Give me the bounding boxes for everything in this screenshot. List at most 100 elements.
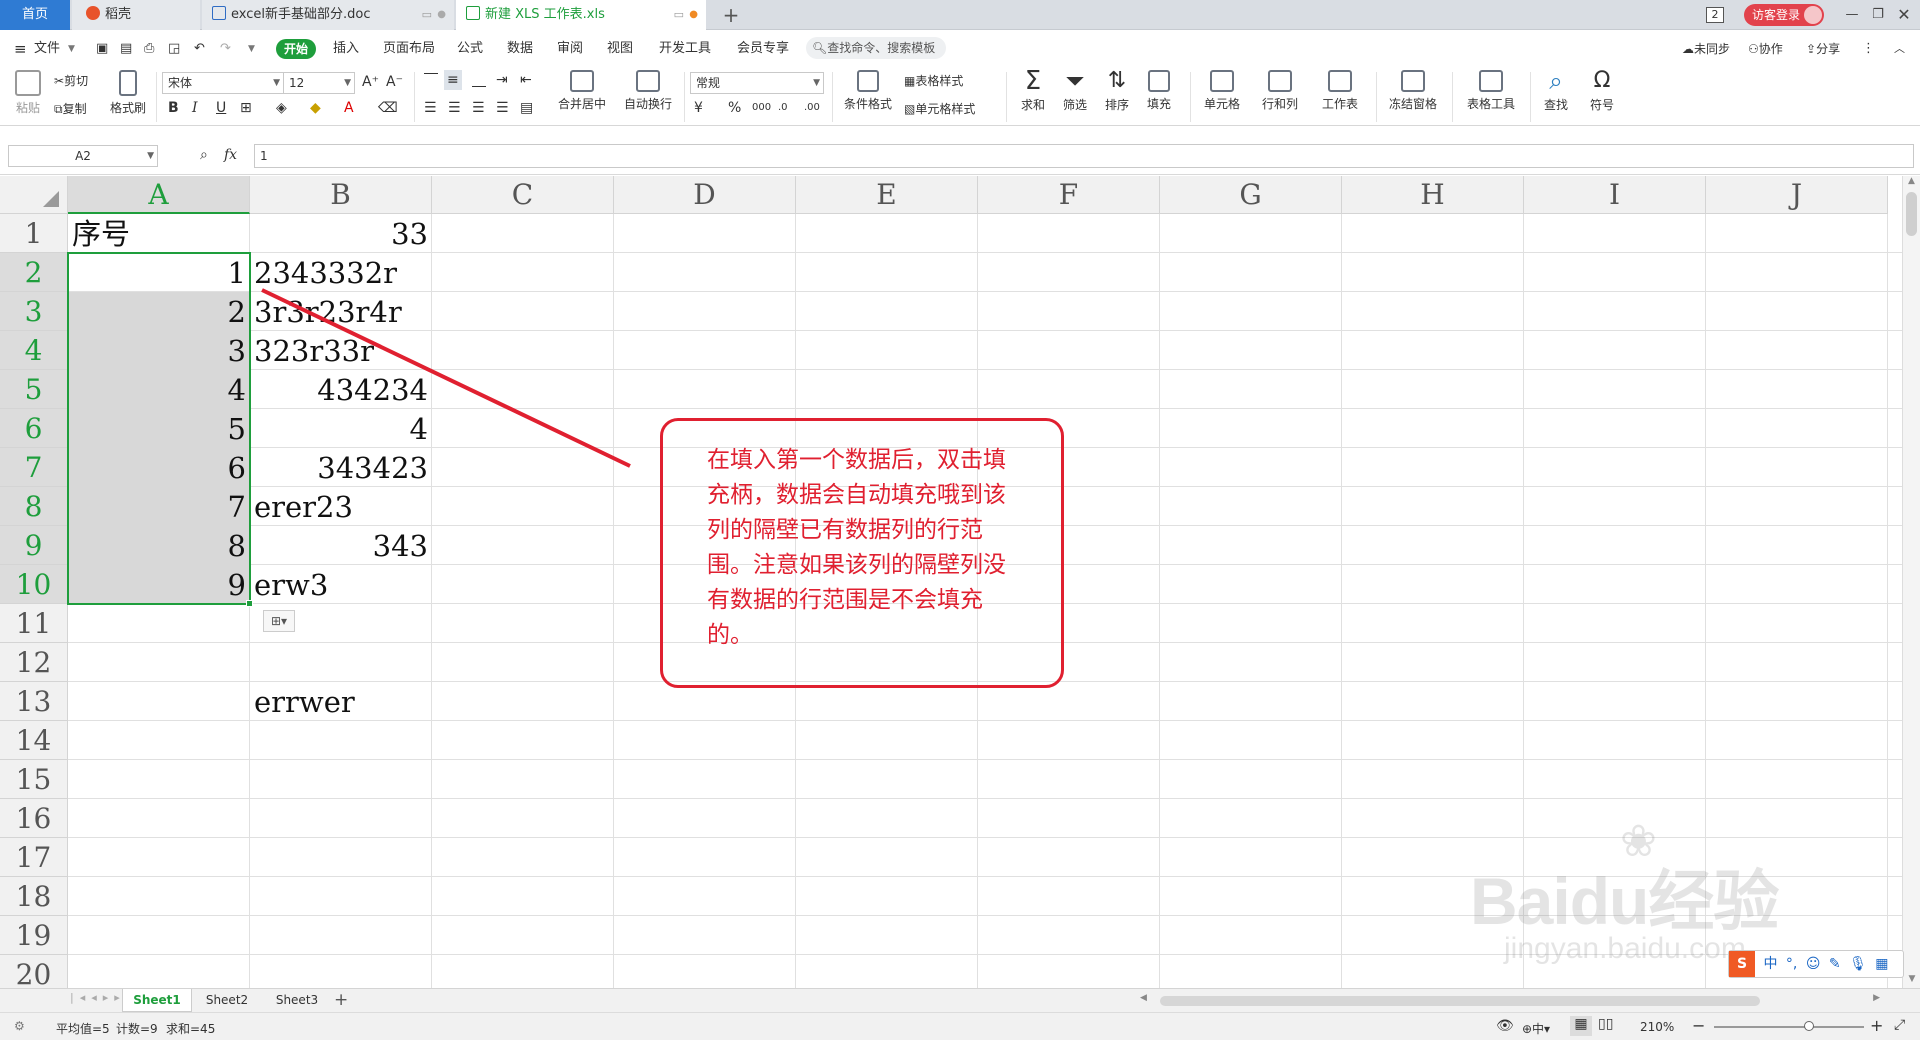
tab-review[interactable]: 审阅 [557, 40, 583, 58]
zoom-slider-thumb[interactable] [1804, 1021, 1814, 1031]
tab-developer[interactable]: 开发工具 [659, 40, 711, 58]
border-icon[interactable]: ⊞ [240, 98, 252, 118]
decrease-decimal-icon[interactable]: .00 [804, 98, 820, 118]
ime-toolbar[interactable]: S 中 °, ☺ ✎ 🎙︎ ▦ [1728, 950, 1904, 978]
tab-dot-icon[interactable]: ● [437, 0, 446, 30]
currency-icon[interactable]: ¥ [694, 98, 703, 118]
scroll-down-icon[interactable]: ▼ [1903, 974, 1920, 984]
h-scroll-thumb[interactable] [1160, 996, 1760, 1006]
sort-button[interactable]: ⇅ 排序 [1098, 66, 1136, 113]
freeze-button[interactable]: 冻结窗格 [1382, 70, 1444, 112]
punct-icon[interactable]: °, [1786, 956, 1797, 972]
zoom-formula-icon[interactable]: ⌕ [200, 145, 208, 165]
tab-view[interactable]: 视图 [607, 40, 633, 58]
formula-input[interactable]: 1 [254, 144, 1914, 168]
decrease-font-icon[interactable]: A⁻ [386, 72, 403, 92]
zoom-slider[interactable] [1714, 1021, 1864, 1031]
emoji-icon[interactable]: ☺ [1806, 956, 1821, 972]
eye-protect-icon[interactable]: 👁︎ [1496, 1018, 1514, 1034]
ime-mode-label[interactable]: 中 [1763, 956, 1777, 972]
close-button[interactable]: ✕ [1892, 0, 1916, 30]
tab-page-layout[interactable]: 页面布局 [383, 40, 435, 58]
sync-status[interactable]: ☁未同步 [1682, 40, 1730, 58]
sheet-tab-3[interactable]: Sheet3 [264, 989, 330, 1012]
cut-button[interactable]: ✂剪切 [54, 72, 88, 89]
redo-icon[interactable]: ↷ [220, 40, 231, 58]
monitor-icon[interactable]: ▭ [674, 0, 684, 30]
sheet-tab-2[interactable]: Sheet2 [194, 989, 260, 1012]
align-left-icon[interactable]: ☰ [424, 98, 437, 118]
grid-menu-icon[interactable]: ▦ [1875, 956, 1888, 972]
collapse-ribbon-icon[interactable]: ︿ [1894, 40, 1905, 58]
tab-doc[interactable]: excel新手基础部分.doc ▭ ● [202, 0, 454, 30]
clear-icon[interactable]: ⌫ [378, 98, 398, 118]
hamburger-icon[interactable]: ≡ [14, 40, 27, 58]
justify-icon[interactable]: ☰ [496, 98, 509, 118]
add-sheet-button[interactable]: + [334, 989, 348, 1011]
row-col-button[interactable]: 行和列 [1256, 70, 1304, 112]
table-tools-button[interactable]: 表格工具 [1460, 70, 1522, 112]
indent-icon[interactable]: ⇥ [496, 70, 508, 90]
table-style-button[interactable]: ▦表格样式 [904, 72, 963, 89]
scroll-right-icon[interactable]: ▶ [1873, 993, 1880, 1003]
export-icon[interactable]: ▤ [120, 40, 132, 58]
percent-icon[interactable]: % [728, 98, 741, 118]
login-button[interactable]: 访客登录 [1744, 4, 1824, 26]
undo-icon[interactable]: ↶ [194, 40, 205, 58]
mic-icon[interactable]: 🎙︎ [1849, 956, 1867, 972]
format-painter-button[interactable]: 格式刷 [108, 70, 148, 116]
filter-button[interactable]: ⏷ 筛选 [1056, 66, 1094, 113]
zoom-in-button[interactable]: + [1870, 1016, 1883, 1035]
worksheet-button[interactable]: 工作表 [1316, 70, 1364, 112]
underline-icon[interactable]: U [216, 98, 226, 118]
tab-formula[interactable]: 公式 [457, 40, 483, 58]
tab-data[interactable]: 数据 [507, 40, 533, 58]
tab-member[interactable]: 会员专享 [737, 40, 789, 58]
monitor-icon[interactable]: ▭ [422, 0, 432, 30]
vertical-scrollbar[interactable]: ▲ ▼ [1902, 176, 1920, 988]
input-mode-indicator[interactable]: ⊕中▾ [1522, 1020, 1550, 1037]
preview-icon[interactable]: ◲ [168, 40, 180, 58]
sum-button[interactable]: Σ 求和 [1014, 66, 1052, 113]
number-format-select[interactable]: 常规 ▼ [690, 72, 824, 94]
print-icon[interactable]: ⎙ [144, 40, 154, 58]
unsaved-dot-icon[interactable]: ● [689, 0, 698, 30]
thousands-icon[interactable]: 000 [752, 98, 771, 118]
find-button[interactable]: ⌕ 查找 [1536, 66, 1576, 113]
minimize-button[interactable]: — [1840, 0, 1864, 30]
more-icon[interactable]: ⋮ [1862, 40, 1875, 58]
normal-view-icon[interactable]: ▦ [1570, 1016, 1592, 1036]
scroll-up-icon[interactable]: ▲ [1903, 176, 1920, 186]
highlight-icon[interactable]: ◆ [310, 98, 321, 118]
share-button[interactable]: ⇪分享 [1806, 40, 1840, 58]
tab-xls[interactable]: 新建 XLS 工作表.xls ▭ ● [456, 0, 706, 30]
page-view-icon[interactable]: ▯▯ [1598, 1016, 1613, 1032]
status-icon[interactable]: ⚙ [14, 1019, 25, 1033]
customize-icon[interactable]: ▼ [248, 40, 255, 58]
align-center-icon[interactable]: ☰ [448, 98, 461, 118]
horizontal-scrollbar[interactable]: ◀ ▶ [1140, 993, 1880, 1009]
increase-decimal-icon[interactable]: .0 [778, 98, 788, 118]
font-name-select[interactable]: 宋体 ▼ [162, 72, 284, 94]
cell-style-button[interactable]: ▧单元格样式 [904, 100, 975, 117]
outdent-icon[interactable]: ⇤ [520, 70, 532, 90]
scroll-left-icon[interactable]: ◀ [1140, 993, 1147, 1003]
sheet-tab-1[interactable]: Sheet1 [122, 989, 192, 1012]
pen-icon[interactable]: ✎ [1829, 956, 1841, 972]
tab-home-ribbon[interactable]: 开始 [276, 39, 316, 59]
wrap-text-button[interactable]: 自动换行 [620, 70, 676, 112]
bold-icon[interactable]: B [168, 98, 179, 118]
align-right-icon[interactable]: ☰ [472, 98, 485, 118]
increase-font-icon[interactable]: A⁺ [362, 72, 379, 92]
font-size-select[interactable]: 12 ▼ [283, 72, 355, 94]
copy-button[interactable]: ⧉复制 [54, 100, 87, 117]
save-icon[interactable]: ▣ [96, 40, 108, 58]
cell-button[interactable]: 单元格 [1198, 70, 1246, 112]
symbol-button[interactable]: Ω 符号 [1582, 66, 1622, 113]
file-menu[interactable]: 文件 [34, 40, 60, 58]
paste-button[interactable]: 粘贴 [10, 70, 46, 116]
merge-center-button[interactable]: 合并居中 [552, 70, 612, 112]
italic-icon[interactable]: I [192, 98, 198, 118]
zoom-out-button[interactable]: − [1692, 1016, 1705, 1035]
distributed-icon[interactable]: ▤ [520, 98, 533, 118]
